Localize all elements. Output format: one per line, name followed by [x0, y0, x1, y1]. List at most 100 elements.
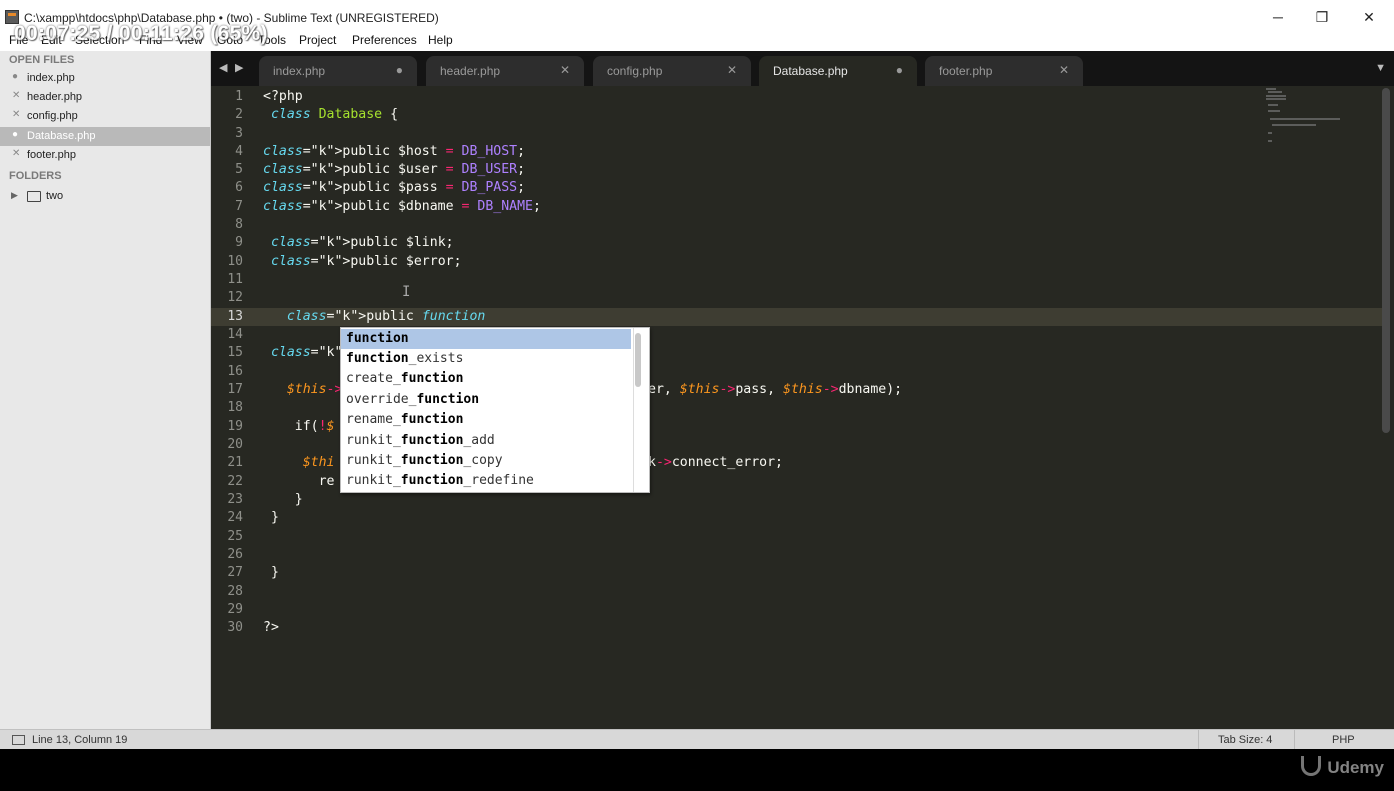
code-line: <?php — [263, 89, 303, 104]
line-number: 28 — [227, 584, 243, 599]
ac-match: function — [400, 433, 464, 448]
sidebar-folder-two[interactable]: ▶ two — [0, 188, 210, 206]
line-number: 19 — [227, 419, 243, 434]
code-line-current: class="k">public function — [286, 309, 486, 324]
ac-text: runkit_ — [346, 473, 401, 488]
line-number: 27 — [227, 565, 243, 580]
syntax-selector[interactable]: PHP — [1332, 734, 1355, 746]
code-line: class="k">public $host = DB_HOST; — [263, 144, 526, 159]
line-number: 20 — [227, 437, 243, 452]
line-number: 9 — [235, 235, 243, 250]
ac-match: function — [400, 453, 464, 468]
tab-footer-php[interactable]: footer.php ✕ — [925, 56, 1083, 86]
autocomplete-item[interactable]: override_function — [341, 390, 631, 410]
line-number: 21 — [227, 455, 243, 470]
code-line-tail: k->connect_error; — [648, 455, 783, 470]
maximize-button[interactable]: ❐ — [1307, 7, 1337, 27]
menu-project[interactable]: Project — [299, 33, 336, 47]
tab-header-php[interactable]: header.php ✕ — [426, 56, 584, 86]
minimap[interactable] — [1262, 88, 1342, 148]
menu-preferences[interactable]: Preferences — [352, 33, 417, 47]
line-number: 29 — [227, 602, 243, 617]
line-number: 24 — [227, 510, 243, 525]
autocomplete-item[interactable]: function_exists — [341, 349, 631, 369]
autocomplete-item[interactable]: runkit_function_redefine — [341, 471, 631, 491]
code-line: class Database { — [270, 107, 399, 122]
ac-match: function — [400, 473, 464, 488]
tab-size-selector[interactable]: Tab Size: 4 — [1218, 734, 1272, 746]
close-button[interactable]: ✕ — [1354, 7, 1384, 27]
code-line: class="k">public $dbname = DB_NAME; — [263, 199, 541, 214]
minimap-line — [1268, 140, 1272, 142]
close-icon[interactable]: ✕ — [727, 63, 737, 77]
minimap-line — [1266, 95, 1286, 97]
folder-label: two — [46, 190, 64, 202]
autocomplete-item-selected[interactable]: function — [341, 329, 631, 349]
close-icon[interactable]: ✕ — [560, 63, 570, 77]
autocomplete-item[interactable]: rename_function — [341, 410, 631, 430]
unsaved-dot-icon: ● — [12, 129, 19, 140]
sidebar-file-database[interactable]: ● Database.php — [0, 127, 210, 146]
code-line: re — [263, 474, 335, 489]
status-divider — [1294, 730, 1295, 749]
tab-config-php[interactable]: config.php ✕ — [593, 56, 751, 86]
line-number: 14 — [227, 327, 243, 342]
unsaved-dot-icon[interactable]: ● — [896, 63, 903, 77]
cursor-position: Line 13, Column 19 — [32, 734, 128, 746]
autocomplete-item[interactable]: runkit_function_add — [341, 431, 631, 451]
udemy-wordmark: Udemy — [1327, 758, 1384, 777]
tab-next-icon[interactable]: ▶ — [235, 61, 243, 74]
close-icon[interactable]: ✕ — [12, 90, 20, 101]
line-number: 5 — [235, 162, 243, 177]
ac-text: override_ — [346, 392, 417, 407]
tab-label: index.php — [273, 64, 326, 78]
video-letterbox — [0, 749, 1394, 791]
tab-list-dropdown-icon[interactable]: ▼ — [1375, 62, 1386, 74]
ac-match: function — [400, 412, 464, 427]
close-icon[interactable]: ✕ — [12, 109, 20, 120]
tab-database-php[interactable]: Database.php ● — [759, 56, 917, 86]
sublime-window: C:\xampp\htdocs\php\Database.php • (two)… — [0, 0, 1394, 749]
minimap-line — [1268, 104, 1278, 106]
sidebar: OPEN FILES ● index.php ✕ header.php ✕ co… — [0, 51, 211, 729]
autocomplete-item[interactable]: runkit_function_copy — [341, 451, 631, 471]
autocomplete-popup: function function_exists create_function… — [340, 327, 650, 493]
video-time-overlay: 00:07:25 / 00:11:26 (65%) — [14, 22, 268, 45]
menu-help[interactable]: Help — [428, 33, 453, 47]
minimap-line — [1272, 124, 1316, 126]
autocomplete-scrollbar[interactable] — [635, 333, 641, 387]
code-line: } — [263, 565, 279, 580]
line-number: 26 — [227, 547, 243, 562]
tab-label: Database.php — [773, 64, 848, 78]
line-number: 2 — [235, 107, 243, 122]
ac-text: _copy — [463, 453, 503, 468]
expand-arrow-icon[interactable]: ▶ — [11, 190, 18, 201]
tab-index-php[interactable]: index.php ● — [259, 56, 417, 86]
unsaved-dot-icon[interactable]: ● — [396, 63, 403, 77]
minimize-button[interactable]: ─ — [1263, 7, 1293, 27]
minimap-line — [1268, 132, 1272, 134]
sidebar-file-label: index.php — [27, 72, 75, 84]
autocomplete-scroll-track — [633, 328, 634, 492]
sidebar-file-header[interactable]: ✕ header.php — [0, 88, 210, 107]
folders-heading: FOLDERS — [9, 170, 62, 182]
ac-match: function — [400, 371, 464, 386]
minimap-line — [1266, 88, 1276, 90]
line-number: 30 — [227, 620, 243, 635]
vertical-scrollbar[interactable] — [1382, 88, 1390, 433]
autocomplete-item[interactable]: create_function — [341, 369, 631, 389]
minimap-line — [1266, 98, 1286, 100]
sidebar-file-label: config.php — [27, 110, 78, 122]
close-icon[interactable]: ✕ — [1059, 63, 1069, 77]
console-toggle-icon[interactable] — [12, 735, 25, 745]
sidebar-file-footer[interactable]: ✕ footer.php — [0, 146, 210, 165]
sidebar-file-index[interactable]: ● index.php — [0, 69, 210, 88]
status-bar: Line 13, Column 19 Tab Size: 4 PHP — [0, 729, 1394, 749]
line-number: 3 — [235, 126, 243, 141]
code-line: class="k">public $link; — [270, 235, 454, 250]
tab-prev-icon[interactable]: ◀ — [219, 61, 227, 74]
ac-text: _add — [463, 433, 495, 448]
sidebar-file-config[interactable]: ✕ config.php — [0, 107, 210, 126]
close-icon[interactable]: ✕ — [12, 148, 20, 159]
line-number: 23 — [227, 492, 243, 507]
